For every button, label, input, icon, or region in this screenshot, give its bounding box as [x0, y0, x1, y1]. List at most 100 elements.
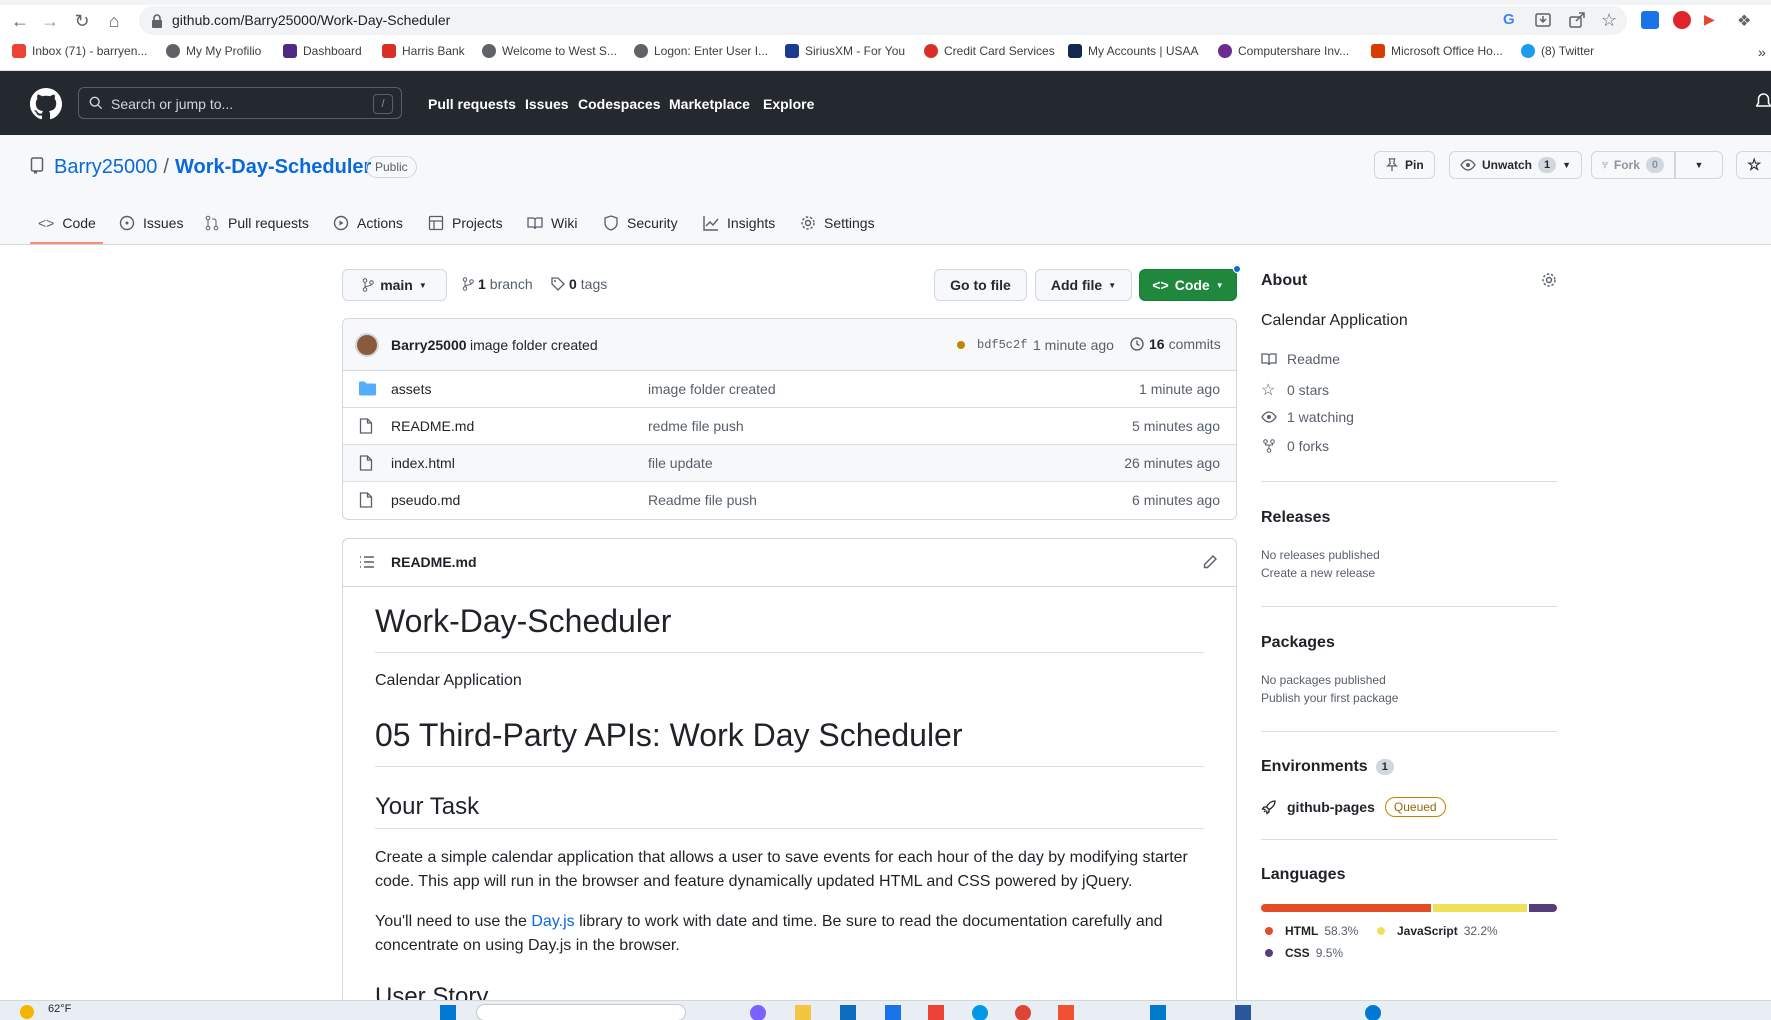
file-row-assets[interactable]: assets image folder created 1 minute ago [343, 371, 1236, 408]
bookmark-siriusxm[interactable]: SiriusXM - For You [785, 44, 905, 58]
home-icon[interactable]: ⌂ [102, 9, 126, 33]
vscode-icon[interactable] [1150, 1005, 1166, 1020]
folder-icon[interactable] [795, 1005, 811, 1020]
branches-link[interactable]: 1 branch [462, 276, 533, 292]
tab-code[interactable]: <> Code [38, 205, 96, 241]
bookmarks-overflow[interactable]: » [1758, 44, 1766, 60]
file-commit-message[interactable]: redme file push [648, 418, 744, 434]
readme-link[interactable]: Readme [1261, 351, 1340, 367]
bookmark-harris-bank[interactable]: Harris Bank [382, 44, 465, 58]
language-css[interactable]: CSS 9.5% [1265, 946, 1343, 960]
install-icon[interactable] [1534, 11, 1552, 29]
chrome-icon[interactable] [1015, 1005, 1031, 1020]
repo-name-link[interactable]: Work-Day-Scheduler [175, 156, 371, 179]
repo-owner-link[interactable]: Barry25000 [54, 156, 157, 179]
file-commit-message[interactable]: Readme file push [648, 492, 757, 508]
weather-sun-icon[interactable] [20, 1005, 34, 1019]
fork-button[interactable]: Fork 0 [1591, 151, 1675, 179]
releases-heading[interactable]: Releases [1261, 509, 1330, 527]
tab-projects[interactable]: Projects [428, 205, 503, 241]
commits-link[interactable]: 16 commits [1129, 336, 1221, 352]
forward-icon[interactable]: → [38, 9, 62, 33]
gmail-icon[interactable] [928, 1005, 944, 1020]
create-release-link[interactable]: Create a new release [1261, 566, 1375, 580]
nav-pull-requests[interactable]: Pull requests [428, 96, 516, 112]
reload-icon[interactable]: ↻ [70, 9, 94, 33]
bookmark-profilio[interactable]: My My Profilio [166, 44, 261, 58]
extension-icon[interactable]: ▶ [1704, 11, 1722, 29]
tab-insights[interactable]: Insights [703, 205, 775, 241]
bookmark-credit-card[interactable]: Credit Card Services [924, 44, 1055, 58]
add-file-button[interactable]: Add file ▼ [1035, 269, 1132, 301]
branch-select-button[interactable]: main ▼ [342, 269, 447, 301]
environments-heading[interactable]: Environments 1 [1261, 758, 1394, 776]
bookmark-logon[interactable]: Logon: Enter User I... [634, 44, 768, 58]
publish-package-link[interactable]: Publish your first package [1261, 691, 1398, 705]
app-icon[interactable] [972, 1005, 988, 1020]
nav-codespaces[interactable]: Codespaces [578, 96, 660, 112]
stars-link[interactable]: ☆ 0 stars [1261, 380, 1329, 400]
tab-settings[interactable]: Settings [800, 205, 875, 241]
commit-status-dot[interactable] [957, 341, 965, 349]
dayjs-link[interactable]: Day.js [531, 913, 574, 930]
bookmark-dashboard[interactable]: Dashboard [283, 44, 362, 58]
go-to-file-button[interactable]: Go to file [934, 269, 1027, 301]
file-row-readme[interactable]: README.md redme file push 5 minutes ago [343, 408, 1236, 445]
pin-button[interactable]: Pin [1374, 151, 1435, 179]
watching-link[interactable]: 1 watching [1261, 409, 1354, 425]
taskbar-search[interactable] [476, 1004, 686, 1020]
unwatch-button[interactable]: Unwatch 1 ▼ [1449, 151, 1583, 179]
avatar[interactable] [355, 333, 379, 357]
downloads-extension-icon[interactable] [1641, 11, 1659, 29]
bookmark-usaa[interactable]: My Accounts | USAA [1068, 44, 1199, 58]
github-logo-icon[interactable] [30, 88, 62, 120]
app-icon[interactable] [1365, 1005, 1381, 1020]
app-icon[interactable] [750, 1005, 766, 1020]
app-icon[interactable] [885, 1005, 901, 1020]
file-name[interactable]: assets [391, 381, 431, 397]
tab-actions[interactable]: Actions [333, 205, 403, 241]
opera-extension-icon[interactable] [1673, 11, 1691, 29]
packages-heading[interactable]: Packages [1261, 634, 1335, 652]
bookmark-twitter[interactable]: (8) Twitter [1521, 44, 1594, 58]
commit-message[interactable]: image folder created [470, 337, 598, 353]
file-name[interactable]: README.md [391, 418, 474, 434]
gear-icon[interactable] [1541, 272, 1557, 288]
url-text[interactable]: github.com/Barry25000/Work-Day-Scheduler [172, 12, 450, 28]
bookmark-office[interactable]: Microsoft Office Ho... [1371, 44, 1503, 58]
bookmark-west[interactable]: Welcome to West S... [482, 44, 617, 58]
tab-security[interactable]: Security [603, 205, 678, 241]
start-icon[interactable] [440, 1005, 456, 1020]
share-icon[interactable] [1568, 11, 1586, 29]
extensions-puzzle-icon[interactable]: ❖ [1737, 11, 1755, 30]
fork-dropdown-button[interactable]: ▼ [1675, 151, 1723, 179]
back-icon[interactable]: ← [8, 9, 32, 33]
app-icon[interactable] [1235, 1005, 1251, 1020]
forks-link[interactable]: 0 forks [1261, 438, 1329, 454]
nav-explore[interactable]: Explore [763, 96, 814, 112]
file-name[interactable]: pseudo.md [391, 492, 460, 508]
git-icon[interactable] [1058, 1005, 1074, 1020]
file-commit-message[interactable]: file update [648, 455, 713, 471]
tags-link[interactable]: 0 tags [551, 276, 607, 292]
notifications-bell-icon[interactable] [1756, 93, 1771, 111]
bookmark-computershare[interactable]: Computershare Inv... [1218, 44, 1349, 58]
list-icon[interactable] [359, 555, 375, 569]
pencil-icon[interactable] [1202, 554, 1218, 570]
file-row-index[interactable]: index.html file update 26 minutes ago [343, 445, 1236, 482]
tab-issues[interactable]: Issues [119, 205, 183, 241]
star-button[interactable]: ☆ [1736, 151, 1771, 179]
nav-marketplace[interactable]: Marketplace [669, 96, 750, 112]
tab-pull-requests[interactable]: Pull requests [204, 205, 309, 241]
environment-item[interactable]: github-pages Queued [1261, 797, 1446, 817]
bookmark-star-icon[interactable]: ☆ [1601, 11, 1619, 29]
bookmark-inbox[interactable]: Inbox (71) - barryen... [12, 44, 147, 58]
search-input[interactable]: Search or jump to... / [78, 87, 402, 119]
google-icon[interactable]: G [1503, 11, 1521, 29]
nav-issues[interactable]: Issues [525, 96, 569, 112]
language-html[interactable]: HTML 58.3% [1265, 924, 1358, 938]
store-icon[interactable] [840, 1005, 856, 1020]
weather-temp[interactable]: 62°F [48, 1003, 71, 1015]
file-commit-message[interactable]: image folder created [648, 381, 776, 397]
commit-author[interactable]: Barry25000 [391, 337, 467, 353]
